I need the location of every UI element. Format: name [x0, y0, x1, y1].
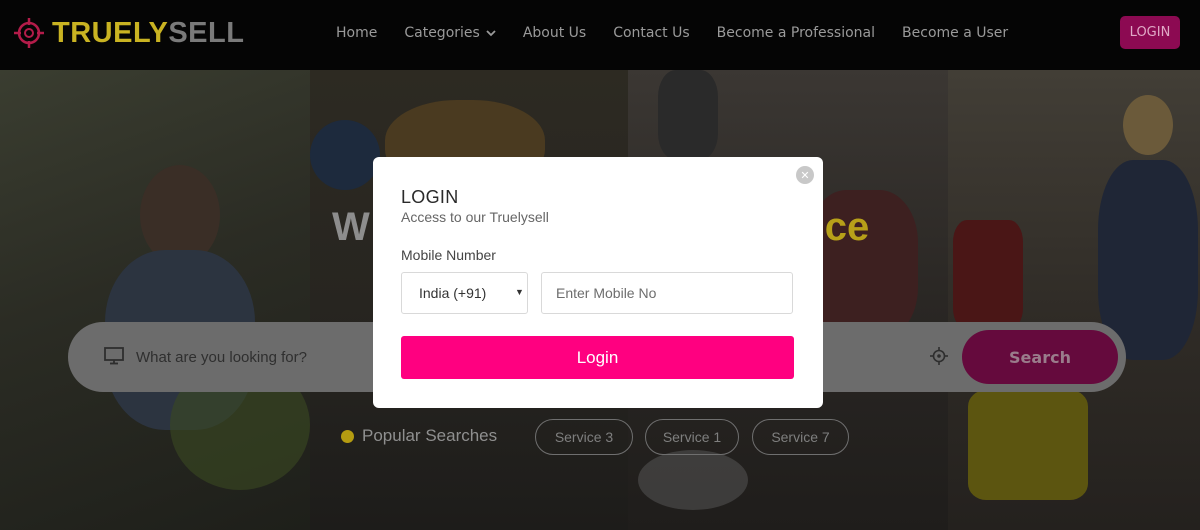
search-input[interactable] — [136, 342, 356, 372]
nav-about-us[interactable]: About Us — [523, 24, 586, 42]
close-icon[interactable]: ✕ — [796, 166, 814, 184]
header-login-button[interactable]: LOGIN — [1120, 16, 1180, 49]
popular-bullet-icon — [341, 429, 354, 443]
brand-logo[interactable]: TRUELYSELL — [14, 18, 244, 48]
nav-categories[interactable]: Categories — [404, 24, 496, 42]
monitor-icon — [104, 347, 124, 369]
nav-contact-us[interactable]: Contact Us — [613, 24, 689, 42]
popular-searches: Popular Searches — [341, 426, 497, 446]
popular-chip-service-1[interactable]: Service 1 — [645, 419, 739, 455]
nav-become-professional[interactable]: Become a Professional — [717, 24, 875, 42]
country-code-value: India (+91) — [419, 285, 487, 301]
search-button[interactable]: Search — [962, 330, 1118, 384]
nav-categories-label: Categories — [404, 25, 480, 41]
crosshair-locate-icon[interactable] — [930, 347, 948, 369]
modal-login-button[interactable]: Login — [401, 336, 794, 379]
brand-name-part2: SELL — [168, 17, 245, 49]
nav-become-user[interactable]: Become a User — [902, 24, 1008, 42]
hero-photo-cleaner — [948, 70, 1200, 530]
brand-name: TRUELYSELL — [52, 18, 244, 48]
chevron-down-icon — [486, 24, 496, 42]
crosshair-logo-icon — [14, 18, 44, 48]
login-modal: ✕ LOGIN Access to our Truelysell Mobile … — [373, 157, 823, 408]
modal-title: LOGIN — [401, 187, 459, 207]
main-nav: Home Categories About Us Contact Us Beco… — [336, 24, 1035, 42]
modal-subtitle: Access to our Truelysell — [401, 209, 549, 225]
caret-down-icon: ▼ — [515, 287, 524, 297]
site-header: TRUELYSELL Home Categories About Us Cont… — [0, 0, 1200, 70]
popular-searches-label: Popular Searches — [362, 426, 498, 445]
nav-home[interactable]: Home — [336, 24, 377, 42]
country-code-select[interactable]: India (+91) ▼ — [401, 272, 528, 314]
hero-photo-window-cleaner — [0, 70, 310, 530]
popular-chip-service-7[interactable]: Service 7 — [752, 419, 849, 455]
popular-chip-service-3[interactable]: Service 3 — [535, 419, 633, 455]
hero-heading-start: W — [332, 205, 370, 249]
mobile-number-label: Mobile Number — [401, 247, 496, 263]
brand-name-part1: TRUELY — [52, 17, 169, 49]
mobile-number-input[interactable] — [541, 272, 793, 314]
hero-heading-end: ce — [824, 205, 870, 249]
